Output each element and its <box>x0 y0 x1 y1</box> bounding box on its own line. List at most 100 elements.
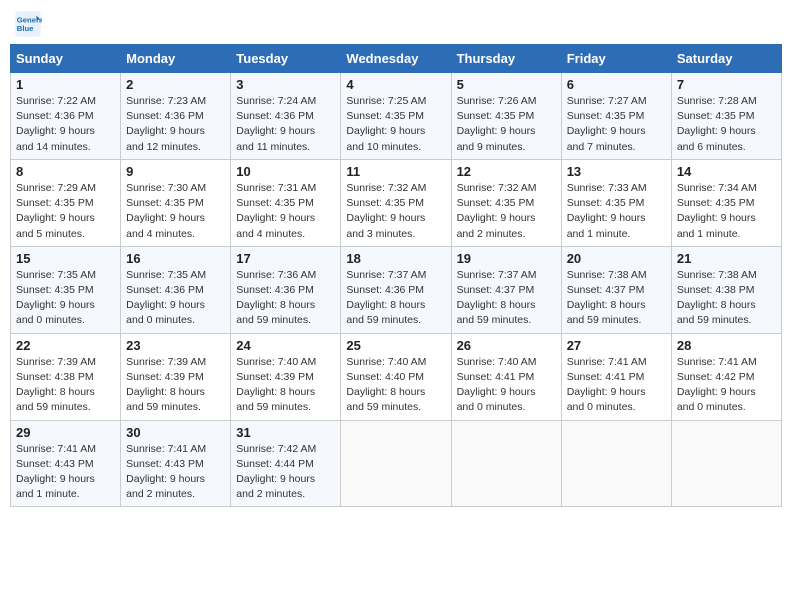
day-detail: Sunrise: 7:29 AMSunset: 4:35 PMDaylight:… <box>16 182 96 240</box>
day-number: 23 <box>126 338 225 353</box>
calendar-cell: 28 Sunrise: 7:41 AMSunset: 4:42 PMDaylig… <box>671 333 781 420</box>
calendar-week-1: 1 Sunrise: 7:22 AMSunset: 4:36 PMDayligh… <box>11 73 782 160</box>
day-detail: Sunrise: 7:40 AMSunset: 4:40 PMDaylight:… <box>346 356 426 414</box>
calendar-cell: 24 Sunrise: 7:40 AMSunset: 4:39 PMDaylig… <box>231 333 341 420</box>
calendar-cell: 8 Sunrise: 7:29 AMSunset: 4:35 PMDayligh… <box>11 159 121 246</box>
day-detail: Sunrise: 7:35 AMSunset: 4:36 PMDaylight:… <box>126 269 206 327</box>
calendar-cell: 5 Sunrise: 7:26 AMSunset: 4:35 PMDayligh… <box>451 73 561 160</box>
calendar-cell: 20 Sunrise: 7:38 AMSunset: 4:37 PMDaylig… <box>561 246 671 333</box>
calendar-week-2: 8 Sunrise: 7:29 AMSunset: 4:35 PMDayligh… <box>11 159 782 246</box>
svg-text:Blue: Blue <box>17 24 34 33</box>
day-number: 18 <box>346 251 445 266</box>
calendar-cell: 31 Sunrise: 7:42 AMSunset: 4:44 PMDaylig… <box>231 420 341 507</box>
weekday-header-sunday: Sunday <box>11 45 121 73</box>
day-number: 15 <box>16 251 115 266</box>
day-detail: Sunrise: 7:35 AMSunset: 4:35 PMDaylight:… <box>16 269 96 327</box>
calendar-week-3: 15 Sunrise: 7:35 AMSunset: 4:35 PMDaylig… <box>11 246 782 333</box>
calendar-cell <box>451 420 561 507</box>
calendar-cell: 17 Sunrise: 7:36 AMSunset: 4:36 PMDaylig… <box>231 246 341 333</box>
day-number: 6 <box>567 77 666 92</box>
calendar-cell: 14 Sunrise: 7:34 AMSunset: 4:35 PMDaylig… <box>671 159 781 246</box>
svg-text:General: General <box>17 16 42 25</box>
logo-icon: General Blue <box>14 10 42 38</box>
day-detail: Sunrise: 7:24 AMSunset: 4:36 PMDaylight:… <box>236 95 316 153</box>
day-detail: Sunrise: 7:38 AMSunset: 4:38 PMDaylight:… <box>677 269 757 327</box>
day-number: 9 <box>126 164 225 179</box>
weekday-header-friday: Friday <box>561 45 671 73</box>
weekday-header-monday: Monday <box>121 45 231 73</box>
day-number: 19 <box>457 251 556 266</box>
calendar-cell: 1 Sunrise: 7:22 AMSunset: 4:36 PMDayligh… <box>11 73 121 160</box>
calendar-cell <box>671 420 781 507</box>
calendar-week-5: 29 Sunrise: 7:41 AMSunset: 4:43 PMDaylig… <box>11 420 782 507</box>
day-number: 29 <box>16 425 115 440</box>
day-detail: Sunrise: 7:41 AMSunset: 4:43 PMDaylight:… <box>16 443 96 501</box>
day-number: 16 <box>126 251 225 266</box>
day-detail: Sunrise: 7:22 AMSunset: 4:36 PMDaylight:… <box>16 95 96 153</box>
day-number: 12 <box>457 164 556 179</box>
calendar-cell: 2 Sunrise: 7:23 AMSunset: 4:36 PMDayligh… <box>121 73 231 160</box>
day-number: 22 <box>16 338 115 353</box>
day-detail: Sunrise: 7:42 AMSunset: 4:44 PMDaylight:… <box>236 443 316 501</box>
day-detail: Sunrise: 7:25 AMSunset: 4:35 PMDaylight:… <box>346 95 426 153</box>
day-number: 25 <box>346 338 445 353</box>
weekday-header-wednesday: Wednesday <box>341 45 451 73</box>
calendar-table: SundayMondayTuesdayWednesdayThursdayFrid… <box>10 44 782 507</box>
day-detail: Sunrise: 7:30 AMSunset: 4:35 PMDaylight:… <box>126 182 206 240</box>
weekday-header-saturday: Saturday <box>671 45 781 73</box>
calendar-cell: 15 Sunrise: 7:35 AMSunset: 4:35 PMDaylig… <box>11 246 121 333</box>
day-detail: Sunrise: 7:32 AMSunset: 4:35 PMDaylight:… <box>346 182 426 240</box>
day-number: 3 <box>236 77 335 92</box>
page-header: General Blue <box>10 10 782 38</box>
calendar-cell: 11 Sunrise: 7:32 AMSunset: 4:35 PMDaylig… <box>341 159 451 246</box>
day-number: 14 <box>677 164 776 179</box>
day-number: 17 <box>236 251 335 266</box>
calendar-cell: 25 Sunrise: 7:40 AMSunset: 4:40 PMDaylig… <box>341 333 451 420</box>
calendar-cell <box>341 420 451 507</box>
day-detail: Sunrise: 7:40 AMSunset: 4:41 PMDaylight:… <box>457 356 537 414</box>
day-number: 7 <box>677 77 776 92</box>
calendar-cell: 27 Sunrise: 7:41 AMSunset: 4:41 PMDaylig… <box>561 333 671 420</box>
calendar-week-4: 22 Sunrise: 7:39 AMSunset: 4:38 PMDaylig… <box>11 333 782 420</box>
weekday-header-thursday: Thursday <box>451 45 561 73</box>
day-detail: Sunrise: 7:33 AMSunset: 4:35 PMDaylight:… <box>567 182 647 240</box>
calendar-cell: 7 Sunrise: 7:28 AMSunset: 4:35 PMDayligh… <box>671 73 781 160</box>
calendar-cell <box>561 420 671 507</box>
day-detail: Sunrise: 7:40 AMSunset: 4:39 PMDaylight:… <box>236 356 316 414</box>
calendar-cell: 3 Sunrise: 7:24 AMSunset: 4:36 PMDayligh… <box>231 73 341 160</box>
day-detail: Sunrise: 7:41 AMSunset: 4:43 PMDaylight:… <box>126 443 206 501</box>
weekday-header-tuesday: Tuesday <box>231 45 341 73</box>
day-number: 2 <box>126 77 225 92</box>
logo: General Blue <box>14 10 46 38</box>
calendar-cell: 18 Sunrise: 7:37 AMSunset: 4:36 PMDaylig… <box>341 246 451 333</box>
day-number: 31 <box>236 425 335 440</box>
day-number: 11 <box>346 164 445 179</box>
day-detail: Sunrise: 7:37 AMSunset: 4:36 PMDaylight:… <box>346 269 426 327</box>
day-number: 4 <box>346 77 445 92</box>
calendar-cell: 4 Sunrise: 7:25 AMSunset: 4:35 PMDayligh… <box>341 73 451 160</box>
calendar-cell: 29 Sunrise: 7:41 AMSunset: 4:43 PMDaylig… <box>11 420 121 507</box>
calendar-cell: 13 Sunrise: 7:33 AMSunset: 4:35 PMDaylig… <box>561 159 671 246</box>
day-detail: Sunrise: 7:32 AMSunset: 4:35 PMDaylight:… <box>457 182 537 240</box>
day-number: 8 <box>16 164 115 179</box>
day-detail: Sunrise: 7:39 AMSunset: 4:39 PMDaylight:… <box>126 356 206 414</box>
day-detail: Sunrise: 7:39 AMSunset: 4:38 PMDaylight:… <box>16 356 96 414</box>
day-detail: Sunrise: 7:28 AMSunset: 4:35 PMDaylight:… <box>677 95 757 153</box>
day-detail: Sunrise: 7:34 AMSunset: 4:35 PMDaylight:… <box>677 182 757 240</box>
calendar-cell: 16 Sunrise: 7:35 AMSunset: 4:36 PMDaylig… <box>121 246 231 333</box>
day-number: 26 <box>457 338 556 353</box>
calendar-cell: 23 Sunrise: 7:39 AMSunset: 4:39 PMDaylig… <box>121 333 231 420</box>
day-detail: Sunrise: 7:38 AMSunset: 4:37 PMDaylight:… <box>567 269 647 327</box>
day-number: 30 <box>126 425 225 440</box>
day-detail: Sunrise: 7:23 AMSunset: 4:36 PMDaylight:… <box>126 95 206 153</box>
day-number: 27 <box>567 338 666 353</box>
day-number: 13 <box>567 164 666 179</box>
day-number: 5 <box>457 77 556 92</box>
calendar-cell: 22 Sunrise: 7:39 AMSunset: 4:38 PMDaylig… <box>11 333 121 420</box>
day-detail: Sunrise: 7:37 AMSunset: 4:37 PMDaylight:… <box>457 269 537 327</box>
day-detail: Sunrise: 7:41 AMSunset: 4:41 PMDaylight:… <box>567 356 647 414</box>
day-detail: Sunrise: 7:31 AMSunset: 4:35 PMDaylight:… <box>236 182 316 240</box>
calendar-cell: 30 Sunrise: 7:41 AMSunset: 4:43 PMDaylig… <box>121 420 231 507</box>
day-detail: Sunrise: 7:26 AMSunset: 4:35 PMDaylight:… <box>457 95 537 153</box>
calendar-cell: 6 Sunrise: 7:27 AMSunset: 4:35 PMDayligh… <box>561 73 671 160</box>
